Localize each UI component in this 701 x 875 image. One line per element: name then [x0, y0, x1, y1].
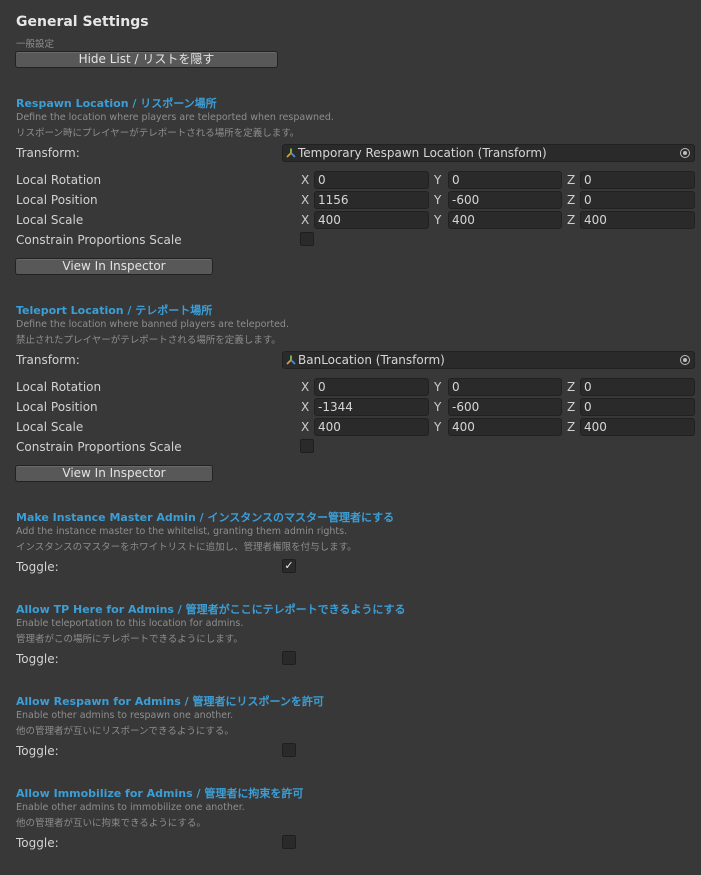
teleport-scale-z-field[interactable]: 400: [580, 418, 695, 436]
respawn-transform-value: Temporary Respawn Location (Transform): [298, 146, 547, 160]
respawn-admins-heading: Allow Respawn for Admins / 管理者にリスポーンを許可: [16, 695, 324, 708]
axis-y-label: Y: [434, 193, 442, 207]
transform-icon: [286, 148, 296, 158]
axis-x-label: X: [301, 213, 310, 227]
check-icon: ✓: [284, 559, 294, 572]
respawn-scale-x-field[interactable]: 400: [314, 211, 429, 229]
teleport-desc-jp: 禁止されたプレイヤーがテレポートされる場所を定義します。: [16, 335, 281, 346]
respawn-transform-label: Transform:: [16, 146, 80, 160]
master-admin-desc-jp: インスタンスのマスターをホワイトリストに追加し、管理者権限を付与します。: [16, 542, 357, 553]
teleport-rotation-z-field[interactable]: 0: [580, 378, 695, 396]
tp-here-desc-en: Enable teleportation to this location fo…: [16, 618, 244, 629]
page-title: General Settings: [16, 14, 149, 30]
object-picker-icon[interactable]: [680, 355, 690, 365]
respawn-admins-desc-en: Enable other admins to respawn one anoth…: [16, 710, 234, 721]
immobilize-admins-toggle-label: Toggle:: [16, 836, 59, 850]
teleport-position-y-field[interactable]: -600: [448, 398, 562, 416]
respawn-view-inspector-button[interactable]: View In Inspector: [15, 258, 213, 275]
respawn-scale-label: Local Scale: [16, 213, 84, 227]
teleport-heading: Teleport Location / テレポート場所: [16, 304, 213, 317]
axis-z-label: Z: [567, 420, 576, 434]
axis-x-label: X: [301, 380, 310, 394]
teleport-transform-value: BanLocation (Transform): [298, 353, 445, 367]
respawn-rotation-x-field[interactable]: 0: [314, 171, 429, 189]
master-admin-desc-en: Add the instance master to the whitelist…: [16, 526, 348, 537]
transform-icon: [286, 355, 296, 365]
object-picker-icon[interactable]: [680, 148, 690, 158]
respawn-constrain-label: Constrain Proportions Scale: [16, 233, 182, 247]
teleport-constrain-label: Constrain Proportions Scale: [16, 440, 182, 454]
teleport-position-z-field[interactable]: 0: [580, 398, 695, 416]
page-subtitle: 一般設定: [16, 39, 55, 50]
axis-x-label: X: [301, 400, 310, 414]
immobilize-admins-desc-jp: 他の管理者が互いに拘束できるようにする。: [16, 818, 206, 829]
respawn-admins-toggle-label: Toggle:: [16, 744, 59, 758]
axis-z-label: Z: [567, 193, 576, 207]
respawn-position-label: Local Position: [16, 193, 98, 207]
teleport-desc-en: Define the location where banned players…: [16, 319, 289, 330]
respawn-position-x-field[interactable]: 1156: [314, 191, 429, 209]
axis-z-label: Z: [567, 380, 576, 394]
teleport-transform-field[interactable]: BanLocation (Transform): [282, 351, 695, 369]
axis-y-label: Y: [434, 173, 442, 187]
tp-here-toggle-label: Toggle:: [16, 652, 59, 666]
immobilize-admins-desc-en: Enable other admins to immobilize one an…: [16, 802, 245, 813]
teleport-scale-label: Local Scale: [16, 420, 84, 434]
hide-list-button[interactable]: Hide List / リストを隠す: [15, 51, 278, 68]
tp-here-desc-jp: 管理者がこの場所にテレポートできるようにします。: [16, 634, 243, 645]
axis-x-label: X: [301, 420, 310, 434]
teleport-position-x-field[interactable]: -1344: [314, 398, 429, 416]
axis-y-label: Y: [434, 400, 442, 414]
respawn-desc-en: Define the location where players are te…: [16, 112, 334, 123]
respawn-rotation-z-field[interactable]: 0: [580, 171, 695, 189]
axis-z-label: Z: [567, 213, 576, 227]
respawn-rotation-y-field[interactable]: 0: [448, 171, 562, 189]
axis-y-label: Y: [434, 380, 442, 394]
immobilize-admins-heading: Allow Immobilize for Admins / 管理者に拘束を許可: [16, 787, 304, 800]
teleport-rotation-x-field[interactable]: 0: [314, 378, 429, 396]
master-admin-heading: Make Instance Master Admin / インスタンスのマスター…: [16, 511, 395, 524]
axis-x-label: X: [301, 173, 310, 187]
respawn-scale-y-field[interactable]: 400: [448, 211, 562, 229]
teleport-constrain-checkbox[interactable]: [300, 439, 314, 453]
master-admin-toggle-checkbox[interactable]: ✓: [282, 559, 296, 573]
respawn-admins-toggle-checkbox[interactable]: [282, 743, 296, 757]
respawn-desc-jp: リスポーン時にプレイヤーがテレポートされる場所を定義します。: [16, 128, 300, 139]
tp-here-toggle-checkbox[interactable]: [282, 651, 296, 665]
teleport-transform-label: Transform:: [16, 353, 80, 367]
teleport-rotation-y-field[interactable]: 0: [448, 378, 562, 396]
teleport-position-label: Local Position: [16, 400, 98, 414]
axis-y-label: Y: [434, 420, 442, 434]
respawn-position-z-field[interactable]: 0: [580, 191, 695, 209]
axis-z-label: Z: [567, 400, 576, 414]
axis-y-label: Y: [434, 213, 442, 227]
respawn-scale-z-field[interactable]: 400: [580, 211, 695, 229]
axis-z-label: Z: [567, 173, 576, 187]
master-admin-toggle-label: Toggle:: [16, 560, 59, 574]
immobilize-admins-toggle-checkbox[interactable]: [282, 835, 296, 849]
teleport-view-inspector-button[interactable]: View In Inspector: [15, 465, 213, 482]
respawn-heading: Respawn Location / リスポーン場所: [16, 97, 217, 110]
respawn-constrain-checkbox[interactable]: [300, 232, 314, 246]
teleport-rotation-label: Local Rotation: [16, 380, 102, 394]
respawn-transform-field[interactable]: Temporary Respawn Location (Transform): [282, 144, 695, 162]
respawn-rotation-label: Local Rotation: [16, 173, 102, 187]
teleport-scale-y-field[interactable]: 400: [448, 418, 562, 436]
respawn-admins-desc-jp: 他の管理者が互いにリスポーンできるようにする。: [16, 726, 234, 737]
teleport-scale-x-field[interactable]: 400: [314, 418, 429, 436]
axis-x-label: X: [301, 193, 310, 207]
respawn-position-y-field[interactable]: -600: [448, 191, 562, 209]
tp-here-heading: Allow TP Here for Admins / 管理者がここにテレポートで…: [16, 603, 406, 616]
